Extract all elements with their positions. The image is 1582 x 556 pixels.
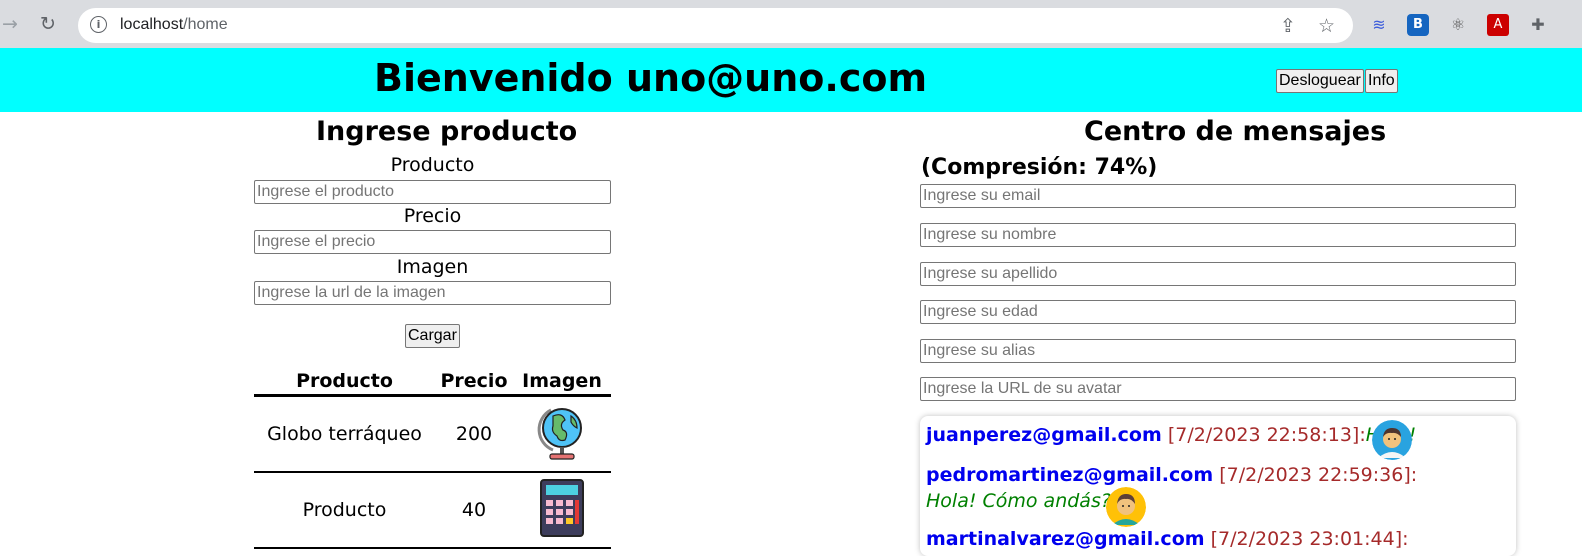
price-input[interactable] (254, 230, 611, 254)
column-header-price: Precio (435, 368, 513, 397)
product-name: Globo terráqueo (254, 395, 435, 473)
info-button[interactable]: Info (1365, 69, 1398, 93)
message-text: Hola! Cómo andás? (926, 490, 1111, 512)
calculator-icon (540, 478, 584, 537)
bookmark-star-icon[interactable]: ☆ (1318, 15, 1335, 37)
email-input[interactable] (920, 184, 1516, 208)
header-bar: Bienvenido uno@uno.com Desloguear Info (0, 48, 1582, 112)
avatar-icon (1372, 420, 1412, 460)
messages-list: juanperez@gmail.com [7/2/2023 22:58:13]:… (920, 416, 1516, 556)
browser-toolbar: → ↻ i localhost/home ⇪ ☆ ≋ B ⚛ A ✚ (0, 0, 1582, 48)
url-text[interactable]: localhost/home (120, 16, 228, 34)
submit-product-button[interactable]: Cargar (405, 324, 460, 348)
alias-input[interactable] (920, 339, 1516, 363)
forward-icon[interactable]: → (2, 13, 18, 35)
logout-button[interactable]: Desloguear (1276, 69, 1364, 93)
avatar-icon (1106, 487, 1146, 527)
product-image (513, 472, 611, 549)
column-header-image: Imagen (513, 368, 611, 397)
products-table: Producto Precio Imagen Globo terráqueo 2… (254, 368, 611, 549)
globe-icon (537, 407, 582, 460)
product-image (513, 395, 611, 473)
address-bar[interactable]: i localhost/home ⇪ ☆ (78, 8, 1353, 43)
reload-icon[interactable]: ↻ (40, 13, 56, 35)
extension-react-icon[interactable]: ⚛ (1447, 14, 1469, 36)
list-item: juanperez@gmail.com [7/2/2023 22:58:13]:… (926, 424, 1416, 446)
extensions-puzzle-icon[interactable]: ✚ (1527, 14, 1549, 36)
message-text-line: Hola! Cómo andás? (926, 490, 1111, 512)
message-date: [7/2/2023 22:58:13]: (1167, 424, 1366, 446)
message-email: pedromartinez@gmail.com (926, 464, 1214, 486)
product-label: Producto (390, 154, 475, 176)
avatar-url-input[interactable] (920, 377, 1516, 401)
column-header-product: Producto (254, 368, 435, 397)
share-icon[interactable]: ⇪ (1280, 15, 1296, 37)
lastname-input[interactable] (920, 262, 1516, 286)
price-label: Precio (403, 205, 462, 227)
welcome-title: Bienvenido uno@uno.com (374, 56, 928, 100)
product-form-title: Ingrese producto (316, 116, 578, 147)
extension-pdf-icon[interactable]: A (1487, 14, 1509, 36)
site-info-icon[interactable]: i (90, 16, 107, 33)
product-input[interactable] (254, 180, 611, 204)
product-price: 200 (435, 395, 513, 473)
message-date: [7/2/2023 22:59:36]: (1219, 464, 1418, 486)
image-label: Imagen (396, 256, 469, 278)
age-input[interactable] (920, 300, 1516, 324)
name-input[interactable] (920, 223, 1516, 247)
list-item: pedromartinez@gmail.com [7/2/2023 22:59:… (926, 464, 1417, 486)
extension-layers-icon[interactable]: ≋ (1368, 14, 1390, 36)
product-name: Producto (254, 472, 435, 549)
product-price: 40 (435, 472, 513, 549)
messages-center-title: Centro de mensajes (1084, 116, 1387, 147)
table-header-row: Producto Precio Imagen (254, 368, 611, 397)
image-url-input[interactable] (254, 281, 611, 305)
table-row: Globo terráqueo 200 (254, 395, 611, 473)
table-row: Producto 40 (254, 472, 611, 549)
compression-label: (Compresión: 74%) (921, 155, 1158, 180)
extension-shield-icon[interactable]: B (1407, 14, 1429, 36)
message-email: juanperez@gmail.com (926, 424, 1162, 446)
